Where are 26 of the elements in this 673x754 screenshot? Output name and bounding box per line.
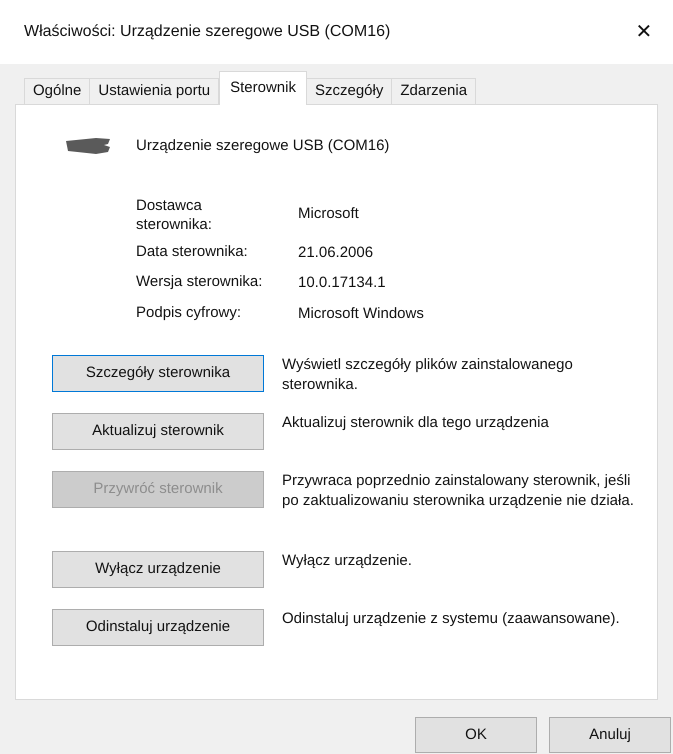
property-label: Podpis cyfrowy: [136, 302, 242, 322]
tab[interactable]: Sterownik [219, 71, 307, 105]
action-description: Wyłącz urządzenie. [282, 551, 413, 571]
action-description: Aktualizuj sterownik dla tego urządzenia [282, 413, 550, 433]
action-description: Wyświetl szczegóły plików zainstalowanego sterownika. [282, 355, 574, 395]
action-description: Przywraca poprzednio zainstalowany sterownik, jeśli po zaktualizowaniu sterownika urządzenie nie działa. [282, 471, 635, 511]
device-name: Urządzenie szeregowe USB (COM16) [136, 136, 390, 156]
tab[interactable]: Zdarzenia [391, 78, 476, 104]
driver-action-button[interactable]: Odinstaluj urządzenie [52, 609, 264, 646]
driver-action-button[interactable]: Aktualizuj sterownik [52, 413, 264, 450]
property-value: Microsoft Windows [298, 304, 425, 324]
property-label: Data sterownika: [136, 242, 249, 262]
driver-action-button[interactable]: Wyłącz urządzenie [52, 551, 264, 588]
dialog-button[interactable]: OK [415, 717, 537, 753]
property-value: 21.06.2006 [298, 242, 374, 262]
property-value: Microsoft [298, 204, 360, 224]
dialog-button[interactable]: Anuluj [549, 717, 671, 753]
close-button[interactable]: ✕ [629, 17, 659, 47]
property-label: Dostawca sterownika: [136, 196, 213, 234]
property-value: 10.0.17134.1 [298, 273, 387, 293]
tab[interactable]: Ogólne [24, 78, 90, 104]
property-label: Wersja sterownika: [136, 272, 264, 292]
tab[interactable]: Ustawienia portu [89, 78, 220, 104]
window-title: Właściwości: Urządzenie szeregowe USB (COM16) [24, 22, 390, 42]
driver-action-button[interactable]: Szczegóły sterownika [52, 355, 264, 392]
action-description: Odinstaluj urządzenie z systemu (zaawansowane). [282, 609, 621, 629]
